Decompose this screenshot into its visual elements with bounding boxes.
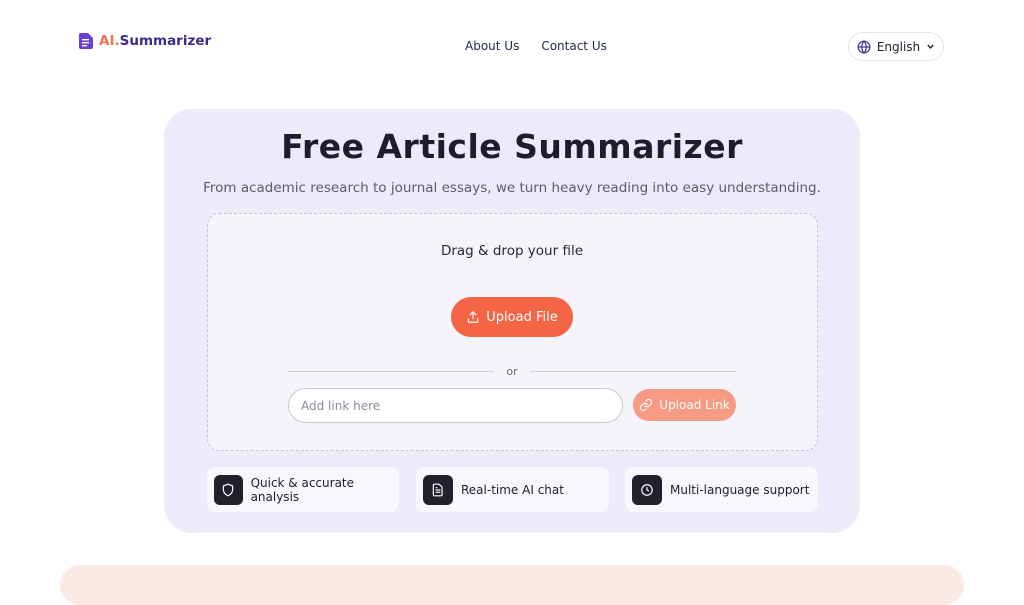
- clock-icon: [632, 474, 662, 505]
- feature-ai-chat: Real-time AI chat: [416, 467, 609, 512]
- document-icon: [423, 474, 453, 505]
- upload-icon: [468, 311, 479, 323]
- or-divider: or: [288, 362, 737, 380]
- page-subtitle: From academic research to journal essays…: [203, 180, 821, 196]
- next-section-band: [60, 565, 964, 605]
- feature-label: Real-time AI chat: [461, 482, 564, 497]
- feature-label: Quick & accurate analysis: [250, 475, 355, 504]
- divider-line-right: [529, 370, 737, 372]
- divider-line-left: [288, 370, 495, 372]
- document-logo-icon: [79, 33, 93, 49]
- upload-file-button[interactable]: Upload File: [451, 297, 573, 337]
- main-nav: About Us Contact Us: [465, 39, 607, 53]
- upload-link-button[interactable]: Upload Link: [633, 389, 736, 421]
- upload-file-label: Upload File: [486, 309, 558, 325]
- link-input[interactable]: [288, 388, 623, 423]
- globe-icon: [857, 39, 871, 54]
- or-label: or: [506, 364, 518, 378]
- shield-icon: [214, 474, 243, 505]
- language-selector[interactable]: English: [848, 32, 944, 61]
- language-label: English: [876, 39, 921, 54]
- brand-logo[interactable]: AI.Summarizer: [79, 33, 211, 49]
- dropzone-label: Drag & drop your file: [440, 243, 584, 259]
- chevron-down-icon: [927, 44, 934, 49]
- link-icon: [640, 398, 653, 412]
- feature-label: Multi-language support: [670, 482, 810, 497]
- brand-ai: AI.: [99, 33, 120, 49]
- page-title: Free Article Summarizer: [281, 127, 743, 166]
- feature-multi-language: Multi-language support: [625, 467, 818, 512]
- upload-link-label: Upload Link: [659, 398, 730, 412]
- brand-name: Summarizer: [119, 33, 212, 49]
- feature-quick-analysis: Quick & accurate analysis: [207, 467, 399, 512]
- nav-contact-us[interactable]: Contact Us: [541, 39, 607, 53]
- nav-about-us[interactable]: About Us: [465, 39, 519, 53]
